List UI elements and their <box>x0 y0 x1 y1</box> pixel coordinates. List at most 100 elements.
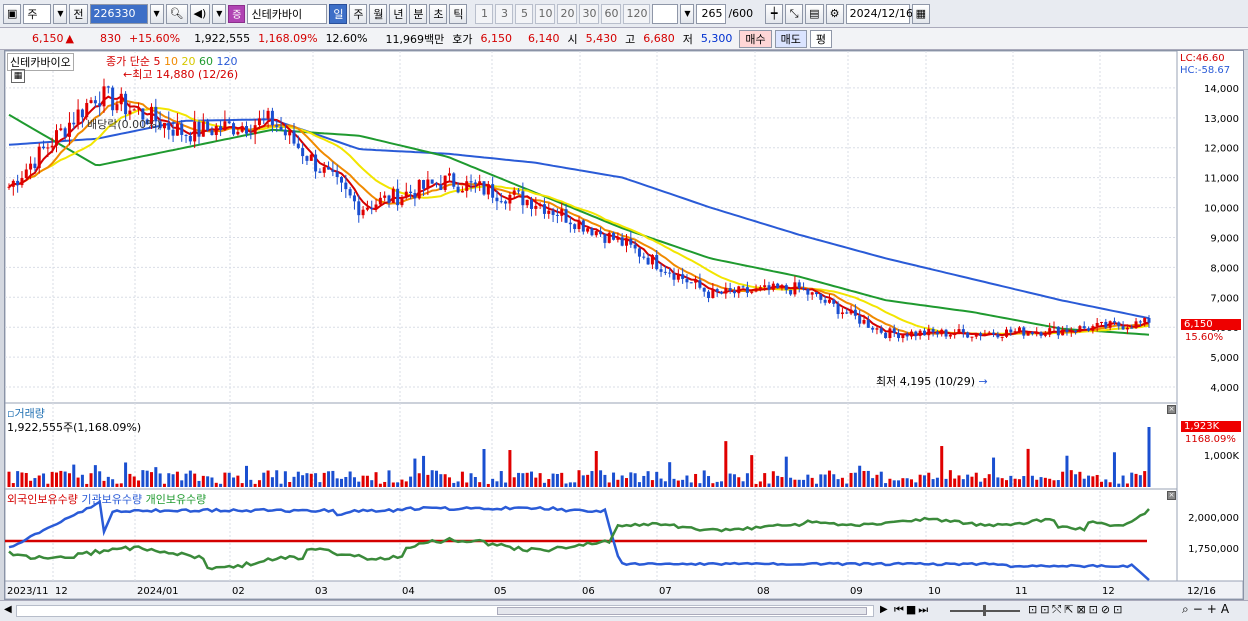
volume-bar <box>422 455 426 487</box>
candle-body <box>698 280 702 288</box>
candle-body <box>573 224 577 230</box>
buy-button[interactable]: 매수 <box>739 29 772 48</box>
interval-5[interactable]: 5 <box>515 3 534 24</box>
candle-body <box>620 237 624 246</box>
settings-icon[interactable]: ⚙ <box>825 3 844 24</box>
candle-body <box>862 320 866 324</box>
candle-body <box>50 145 54 148</box>
volume-bar <box>227 472 231 487</box>
stock-name-label: 신테카바이오 <box>10 56 71 69</box>
candle-body <box>689 282 693 284</box>
chart-tools-icons[interactable]: ⊡⊡⤲⇱⊠⊡⊘⊡ <box>1028 603 1125 617</box>
tab-year[interactable]: 년 <box>389 3 408 24</box>
zoom-slider-handle[interactable] <box>983 605 986 616</box>
crosshair-icon[interactable]: ⤡ <box>785 3 804 24</box>
candle-body <box>1147 317 1151 323</box>
holding-close-icon[interactable]: × <box>1167 491 1176 500</box>
candle-body <box>827 299 831 303</box>
avg-button[interactable]: 평 <box>809 29 832 48</box>
tab-minute[interactable]: 분 <box>409 3 428 24</box>
volume-bar <box>314 473 318 487</box>
candle-body <box>1056 326 1060 336</box>
volume-bar <box>603 474 607 487</box>
candle-body <box>758 287 762 289</box>
interval-120[interactable]: 120 <box>623 3 651 24</box>
x-axis-label: 12 <box>1102 586 1115 597</box>
candle-body <box>322 167 326 173</box>
volume-bar <box>145 470 149 487</box>
volume-bar <box>685 475 689 487</box>
chart-area[interactable]: 14,000 13,000 12,000 11,000 10,000 9,000 8,000… <box>4 50 1244 600</box>
playback-controls[interactable]: ⏮■⏭ <box>894 603 930 617</box>
zoom-controls[interactable]: ⌕−+A <box>1182 602 1233 617</box>
interval-30[interactable]: 30 <box>579 3 600 24</box>
scroll-left-icon[interactable]: ◀ <box>4 604 12 615</box>
volume-bar <box>737 477 741 487</box>
grid-toggle-icon[interactable]: ▦ <box>11 69 25 83</box>
candle-body <box>599 231 603 235</box>
volume-bar <box>352 477 356 487</box>
candle-body <box>694 280 698 283</box>
layout-icon[interactable]: ▣ <box>3 3 22 24</box>
tab-second[interactable]: 초 <box>429 3 448 24</box>
interval-3[interactable]: 3 <box>495 3 514 24</box>
prev-button[interactable]: 전 <box>69 3 88 24</box>
volume-bar <box>1087 475 1091 487</box>
interval-custom-input[interactable] <box>652 3 679 24</box>
sell-button[interactable]: 매도 <box>774 29 807 48</box>
candle-body <box>1043 334 1047 336</box>
volume-bar <box>305 473 309 487</box>
candle-body <box>586 228 590 232</box>
chevron-down-icon[interactable]: ▼ <box>53 3 68 24</box>
speaker-dropdown-icon[interactable]: ▼ <box>212 3 227 24</box>
count-input[interactable]: 265 <box>696 3 727 24</box>
scroll-thumb[interactable] <box>497 607 867 615</box>
period-select[interactable]: 주 <box>23 3 52 24</box>
volume-bar <box>1026 448 1030 487</box>
volume-bar <box>283 471 287 487</box>
stock-code-input[interactable]: 226330 <box>89 3 148 24</box>
volume-bar <box>966 474 970 487</box>
candle-body <box>720 291 723 294</box>
candle-body <box>728 288 732 291</box>
stock-name-field[interactable]: 신테카바이 <box>247 3 328 24</box>
candle-body <box>901 334 905 339</box>
tab-day[interactable]: 일 <box>329 3 348 24</box>
volume-bar <box>521 473 525 487</box>
candle-body <box>512 190 516 195</box>
interval-1[interactable]: 1 <box>475 3 494 24</box>
volume-tick-label: 1,000K <box>1204 451 1240 462</box>
candle-body <box>1104 321 1108 328</box>
tab-week[interactable]: 주 <box>349 3 368 24</box>
interval-dropdown-icon[interactable]: ▼ <box>680 3 695 24</box>
horizontal-scrollbar[interactable] <box>16 605 874 617</box>
volume-bar <box>76 477 80 487</box>
candle-body <box>262 118 266 120</box>
tab-tick[interactable]: 틱 <box>449 3 468 24</box>
volume-close-icon[interactable]: × <box>1167 405 1176 414</box>
volume-bar <box>992 457 996 487</box>
volume-bar <box>715 481 719 487</box>
save-icon[interactable]: ▤ <box>805 3 824 24</box>
date-input[interactable]: 2024/12/16 <box>845 3 913 24</box>
candle-body <box>175 123 179 136</box>
interval-10[interactable]: 10 <box>535 3 556 24</box>
candle-type-icon[interactable]: ┿ <box>765 3 784 24</box>
speaker-icon[interactable]: ◀) <box>189 3 211 24</box>
interval-20[interactable]: 20 <box>557 3 578 24</box>
search-icon[interactable]: 🔍︎ <box>165 3 188 24</box>
volume-bar <box>547 479 551 487</box>
tab-month[interactable]: 월 <box>369 3 388 24</box>
x-axis-label: 12/16 <box>1187 586 1216 597</box>
code-dropdown-icon[interactable]: ▼ <box>149 3 164 24</box>
candle-body <box>111 87 115 111</box>
candle-body <box>715 289 719 292</box>
candle-body <box>793 282 797 295</box>
volume-bar <box>29 480 33 487</box>
candle-body <box>750 291 754 293</box>
calendar-icon[interactable]: ▦ <box>911 3 930 24</box>
scroll-right-icon[interactable]: ▶ <box>880 604 888 615</box>
interval-60[interactable]: 60 <box>601 3 622 24</box>
candle-body <box>67 122 71 137</box>
candle-body <box>702 287 706 292</box>
